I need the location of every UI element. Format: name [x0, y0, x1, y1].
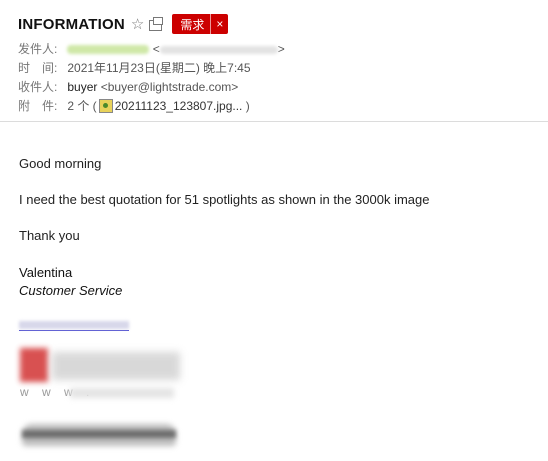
message-line: I need the best quotation for 51 spotlig…	[19, 192, 430, 207]
recipient-name[interactable]: buyer	[67, 80, 97, 94]
message-greeting: Good morning	[19, 156, 102, 171]
message-thanks: Thank you	[19, 228, 80, 243]
recipient-email[interactable]: <buyer@lightstrade.com>	[101, 80, 239, 94]
signature-role: Customer Service	[19, 283, 123, 298]
tag-label: 需求	[180, 17, 205, 32]
to-row: 收件人: buyer <buyer@lightstrade.com>	[18, 78, 238, 96]
attachment-row: 附 件: 2 个 ( 20211123_123807.jpg... )	[18, 97, 250, 115]
popout-icon[interactable]	[149, 16, 164, 31]
tag-badge[interactable]: 需求 ×	[172, 14, 229, 34]
from-label: 发件人:	[18, 42, 58, 56]
image-file-icon	[98, 98, 113, 113]
sender-name-redacted[interactable]	[67, 45, 150, 55]
attachment-link[interactable]: 20211123_123807.jpg...	[115, 99, 243, 113]
attachment-label: 附 件:	[18, 99, 58, 113]
company-logo-redacted	[52, 352, 180, 380]
email-subject: INFORMATION	[18, 15, 125, 33]
header-divider	[0, 121, 548, 122]
time-row: 时 间: 2021年11月23日(星期二) 晚上7:45	[18, 59, 251, 77]
attachment-close: )	[245, 99, 250, 113]
sender-email-redacted[interactable]	[159, 45, 278, 54]
footer-logo-shade	[22, 430, 176, 438]
attachment-count: 2 个 (	[67, 99, 97, 113]
sender-email-open: <	[152, 42, 160, 56]
to-label: 收件人:	[18, 80, 58, 94]
time-value: 2021年11月23日(星期二) 晚上7:45	[67, 61, 251, 75]
email-header: INFORMATION ☆ 需求 × 发件人: < > 时 间: 2021年11月…	[0, 0, 548, 121]
signature-email-redacted[interactable]	[19, 319, 129, 331]
subject-row: INFORMATION ☆ 需求 ×	[18, 12, 229, 36]
tag-remove-icon[interactable]: ×	[210, 14, 228, 34]
signature-name: Valentina	[19, 265, 73, 280]
from-row: 发件人: < >	[18, 40, 285, 58]
star-icon[interactable]: ☆	[131, 17, 144, 32]
company-logo-mark	[20, 348, 48, 382]
website-redacted[interactable]	[70, 388, 174, 398]
sender-email-close: >	[277, 42, 285, 56]
time-label: 时 间:	[18, 61, 58, 75]
